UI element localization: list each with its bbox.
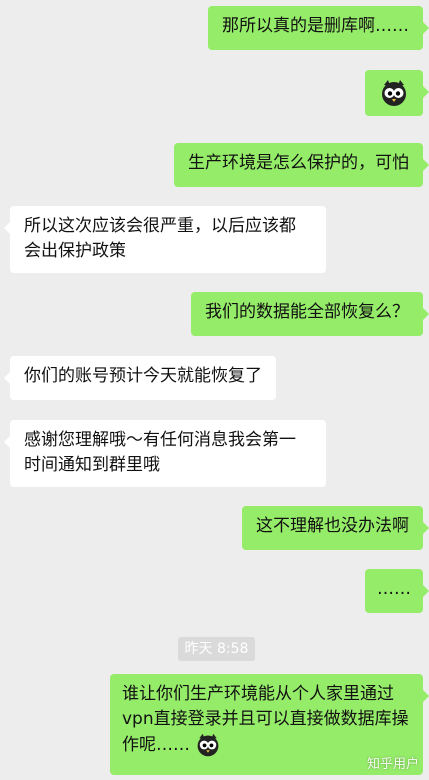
message-bubble-received[interactable]: 感谢您理解哦～有任何消息我会第一时间通知到群里哦 [4,420,326,487]
message-text: 所以这次应该会很严重，以后应该都会出保护政策 [24,216,296,261]
message-text: 你们的账号预计今天就能恢复了 [24,366,262,386]
message-text: 感谢您理解哦～有任何消息我会第一时间通知到群里哦 [24,430,296,475]
owl-emoji-icon [198,733,219,757]
timestamp: 昨天 8:58 [178,637,255,661]
message-bubble-sent[interactable]: 我们的数据能全部恢复么？ [191,292,429,336]
watermark: 知乎用户 [366,757,419,772]
message-text: 我们的数据能全部恢复么？ [205,302,409,322]
message-bubble-received[interactable]: 你们的账号预计今天就能恢复了 [4,356,276,400]
message-text: 这不理解也没办法啊 [256,516,409,536]
message-bubble-sent[interactable]: 这不理解也没办法啊 [242,506,429,550]
message-bubble-sent[interactable]: 生产环境是怎么保护的，可怕 [174,143,429,187]
message-text: 那所以真的是删库啊…… [222,16,409,36]
message-text: 生产环境是怎么保护的，可怕 [188,153,409,173]
message-text: 谁让你们生产环境能从个人家里通过vpn直接登录并且可以直接做数据库操作呢…… [122,684,409,755]
message-bubble-sent[interactable]: 那所以真的是删库啊…… [208,6,429,50]
owl-emoji-icon [382,80,406,106]
message-text: …… [377,579,411,599]
message-bubble-sent[interactable]: …… [365,569,429,613]
message-bubble-sent[interactable] [365,70,429,116]
message-bubble-received[interactable]: 所以这次应该会很严重，以后应该都会出保护政策 [4,206,326,273]
